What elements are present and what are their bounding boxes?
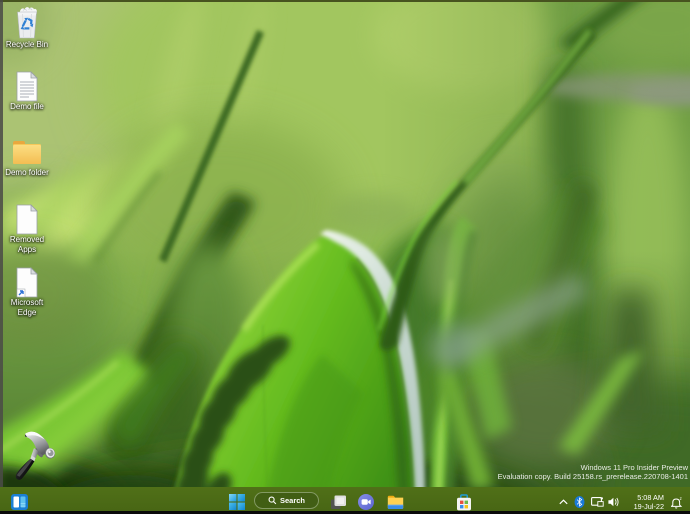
- svg-text:z: z: [680, 496, 683, 501]
